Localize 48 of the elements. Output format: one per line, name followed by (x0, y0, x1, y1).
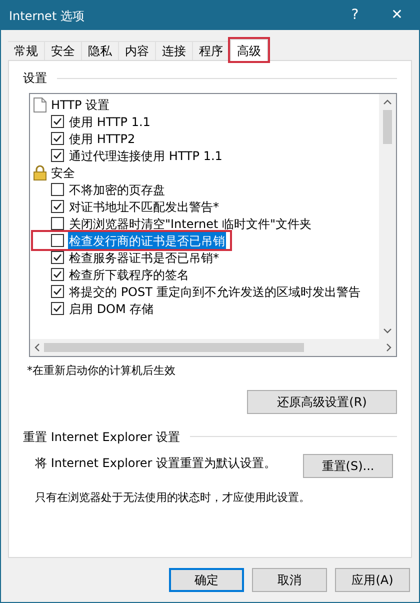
checkbox[interactable] (51, 234, 64, 247)
scroll-left-icon[interactable] (34, 343, 40, 352)
option-label[interactable]: 使用 HTTP2 (68, 130, 136, 148)
group-label: HTTP 设置 (51, 96, 110, 114)
checkbox[interactable] (51, 149, 64, 162)
checkbox[interactable] (51, 183, 64, 196)
group-label: 安全 (51, 164, 75, 182)
scroll-down-icon[interactable] (383, 328, 392, 334)
option-label[interactable]: 检查服务器证书是否已吊销* (68, 248, 220, 266)
tab[interactable]: 高级 (230, 39, 268, 61)
option-label[interactable]: 检查发行商的证书是否已吊销 (68, 232, 226, 250)
reset-button[interactable]: 重置(S)... (303, 454, 393, 478)
option-label[interactable]: 不将加密的页存盘 (68, 180, 166, 198)
vertical-scrollbar[interactable] (379, 94, 396, 339)
dialog-button[interactable]: 应用(A) (335, 568, 410, 592)
option-label[interactable]: 启用 DOM 存储 (68, 300, 155, 318)
option-label[interactable]: 将提交的 POST 重定向到不允许发送的区域时发出警告 (68, 282, 362, 300)
page-icon (33, 96, 47, 112)
checkbox[interactable] (51, 115, 64, 128)
help-button[interactable]: ? (335, 5, 375, 26)
checkbox[interactable] (51, 132, 64, 145)
option-label[interactable]: 关闭浏览器时清空"Internet 临时文件"文件夹 (68, 214, 313, 232)
checkbox[interactable] (51, 200, 64, 213)
checkbox[interactable] (51, 251, 64, 264)
note-text: *在重新启动你的计算机后生效 (27, 364, 176, 377)
reset-description: 将 Internet Explorer 设置重置为默认设置。 (35, 454, 276, 472)
dialog-button[interactable]: 取消 (252, 568, 327, 592)
horizontal-scrollbar[interactable] (30, 339, 396, 356)
option-label[interactable]: 检查所下载程序的签名 (68, 266, 190, 284)
scroll-thumb[interactable] (383, 110, 392, 144)
scroll-up-icon[interactable] (383, 99, 392, 105)
option-label[interactable]: 使用 HTTP 1.1 (68, 112, 152, 130)
checkbox[interactable] (51, 285, 64, 298)
checkbox[interactable] (51, 268, 64, 281)
checkbox[interactable] (51, 217, 64, 230)
option-label[interactable]: 对证书地址不匹配发出警告* (68, 198, 220, 216)
section-title: 重置 Internet Explorer 设置 (23, 428, 180, 446)
option-label[interactable]: 通过代理连接使用 HTTP 1.1 (68, 146, 224, 164)
window-title: Internet 选项 (9, 8, 84, 24)
section-title: 设置 (23, 70, 47, 87)
lock-icon (33, 164, 47, 180)
restore-button[interactable]: 还原高级设置(R) (247, 390, 397, 414)
scroll-right-icon[interactable] (386, 343, 392, 352)
scroll-thumb[interactable] (44, 343, 304, 352)
close-button[interactable]: ✕ (375, 5, 419, 26)
checkbox[interactable] (51, 302, 64, 315)
dialog-button[interactable]: 确定 (169, 568, 244, 592)
reset-hint: 只有在浏览器处于无法使用的状态时，才应使用此设置。 (35, 490, 310, 504)
